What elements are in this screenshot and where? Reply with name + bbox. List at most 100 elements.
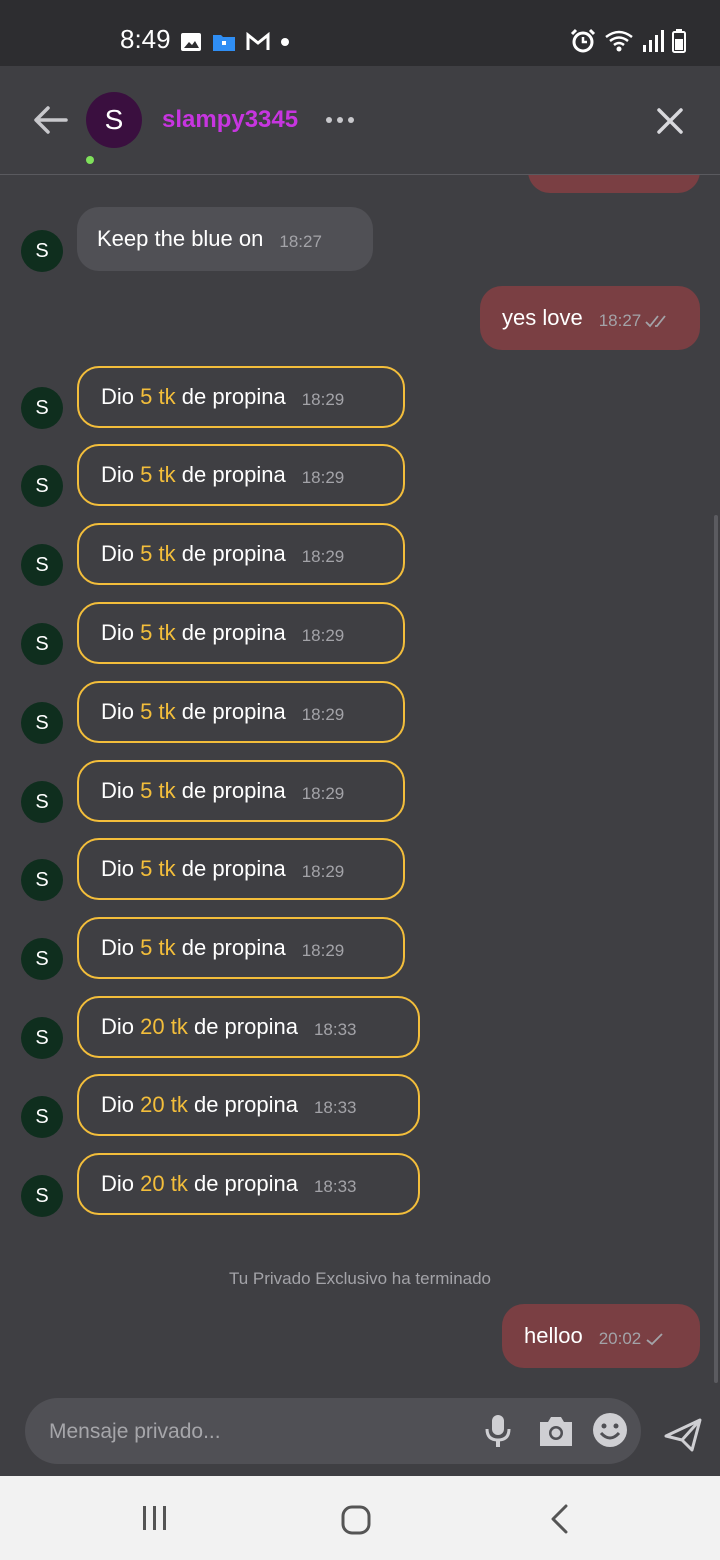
sender-avatar[interactable]: S [21,623,63,665]
status-notification-icons [180,30,290,54]
back-arrow-icon[interactable] [30,104,70,136]
wifi-icon [605,30,633,52]
tip-message[interactable]: Dio 5 tk de propina 18:29 [77,523,405,585]
sender-avatar[interactable]: S [21,544,63,586]
message-text: helloo [524,1323,583,1348]
sender-avatar[interactable]: S [21,781,63,823]
tip-amount: 5 tk [140,935,176,960]
tip-message[interactable]: Dio 5 tk de propina 18:29 [77,917,405,979]
tip-amount: 5 tk [140,699,176,724]
tip-prefix: Dio [101,1092,135,1117]
message-composer [25,1398,641,1466]
tip-suffix: de propina [193,1092,298,1117]
nav-back-icon[interactable] [548,1504,570,1534]
tip-prefix: Dio [101,384,135,409]
recent-apps-icon[interactable] [141,1504,169,1532]
tip-suffix: de propina [181,935,286,960]
sender-avatar[interactable]: S [21,1017,63,1059]
sender-avatar[interactable]: S [21,387,63,429]
tip-suffix: de propina [181,384,286,409]
home-icon[interactable] [340,1504,372,1536]
sender-avatar[interactable]: S [21,465,63,507]
tip-suffix: de propina [181,620,286,645]
message-time: 18:29 [301,862,345,881]
sender-avatar[interactable]: S [21,1175,63,1217]
contact-username[interactable]: slampy3345 [162,106,298,134]
status-system-icons [570,28,686,54]
message-time: 18:29 [301,390,345,409]
tip-prefix: Dio [101,778,135,803]
scrollbar[interactable] [714,515,718,1383]
tip-amount: 5 tk [140,856,176,881]
double-check-icon [645,315,666,328]
tip-amount: 20 tk [140,1092,188,1117]
system-nav-bar [0,1476,720,1560]
sender-avatar[interactable]: S [21,938,63,980]
sender-avatar[interactable]: S [21,859,63,901]
tip-suffix: de propina [181,462,286,487]
message-text: yes love [502,305,583,330]
tip-message[interactable]: Dio 20 tk de propina 18:33 [77,996,420,1058]
message-time: 20:02 [598,1329,642,1348]
tip-prefix: Dio [101,1014,135,1039]
incoming-message[interactable]: Keep the blue on 18:27 [77,207,373,271]
message-time: 18:33 [313,1177,357,1196]
online-indicator [86,156,94,164]
tip-suffix: de propina [181,778,286,803]
check-icon [646,1333,663,1346]
tip-suffix: de propina [181,699,286,724]
tip-amount: 5 tk [140,620,176,645]
contact-avatar-letter: S [104,104,124,135]
sender-avatar[interactable]: S [21,702,63,744]
tip-amount: 5 tk [140,384,176,409]
message-time: 18:29 [301,626,345,645]
message-time: 18:33 [313,1020,357,1039]
tip-suffix: de propina [193,1171,298,1196]
tip-prefix: Dio [101,699,135,724]
sender-avatar[interactable]: S [21,1096,63,1138]
status-bar: 8:49 [0,0,720,66]
tip-message[interactable]: Dio 5 tk de propina 18:29 [77,602,405,664]
more-icon[interactable] [324,108,356,132]
message-time: 18:29 [301,784,345,803]
tip-message[interactable]: Dio 5 tk de propina 18:29 [77,444,405,506]
camera-icon[interactable] [538,1414,574,1448]
message-time: 18:33 [313,1098,357,1117]
tip-amount: 5 tk [140,541,176,566]
tip-message[interactable]: Dio 5 tk de propina 18:29 [77,681,405,743]
status-time: 8:49 [120,24,171,54]
system-message: Tu Privado Exclusivo ha terminado [228,1269,492,1288]
tip-message[interactable]: Dio 5 tk de propina 18:29 [77,366,405,428]
tip-message[interactable]: Dio 5 tk de propina 18:29 [77,760,405,822]
outgoing-message[interactable]: helloo 20:02 [502,1304,700,1368]
tip-message[interactable]: Dio 5 tk de propina 18:29 [77,838,405,900]
tip-message[interactable]: Dio 20 tk de propina 18:33 [77,1074,420,1136]
tip-suffix: de propina [181,541,286,566]
outgoing-message[interactable]: yes love 18:27 [480,286,700,350]
folder-icon [213,35,235,51]
tip-suffix: de propina [193,1014,298,1039]
tip-amount: 20 tk [140,1171,188,1196]
send-icon[interactable] [664,1418,702,1452]
tip-prefix: Dio [101,620,135,645]
tip-suffix: de propina [181,856,286,881]
message-list[interactable]: S Keep the blue on 18:27 yes love 18:27 … [0,175,720,1397]
sender-avatar[interactable]: S [21,230,63,272]
tip-prefix: Dio [101,1171,135,1196]
tip-amount: 20 tk [140,1014,188,1039]
contact-avatar[interactable]: S [86,92,142,148]
message-time: 18:29 [301,941,345,960]
message-text: Keep the blue on [97,226,264,251]
tip-amount: 5 tk [140,462,176,487]
battery-icon [672,29,686,53]
mic-icon[interactable] [483,1414,513,1448]
tip-message[interactable]: Dio 20 tk de propina 18:33 [77,1153,420,1215]
image-icon [181,33,201,51]
message-time: 18:29 [301,468,345,487]
emoji-icon[interactable] [592,1412,628,1448]
tip-prefix: Dio [101,856,135,881]
message-input[interactable] [47,1398,471,1466]
tip-amount: 5 tk [140,778,176,803]
message-time: 18:27 [279,232,322,251]
close-icon[interactable] [656,107,684,135]
